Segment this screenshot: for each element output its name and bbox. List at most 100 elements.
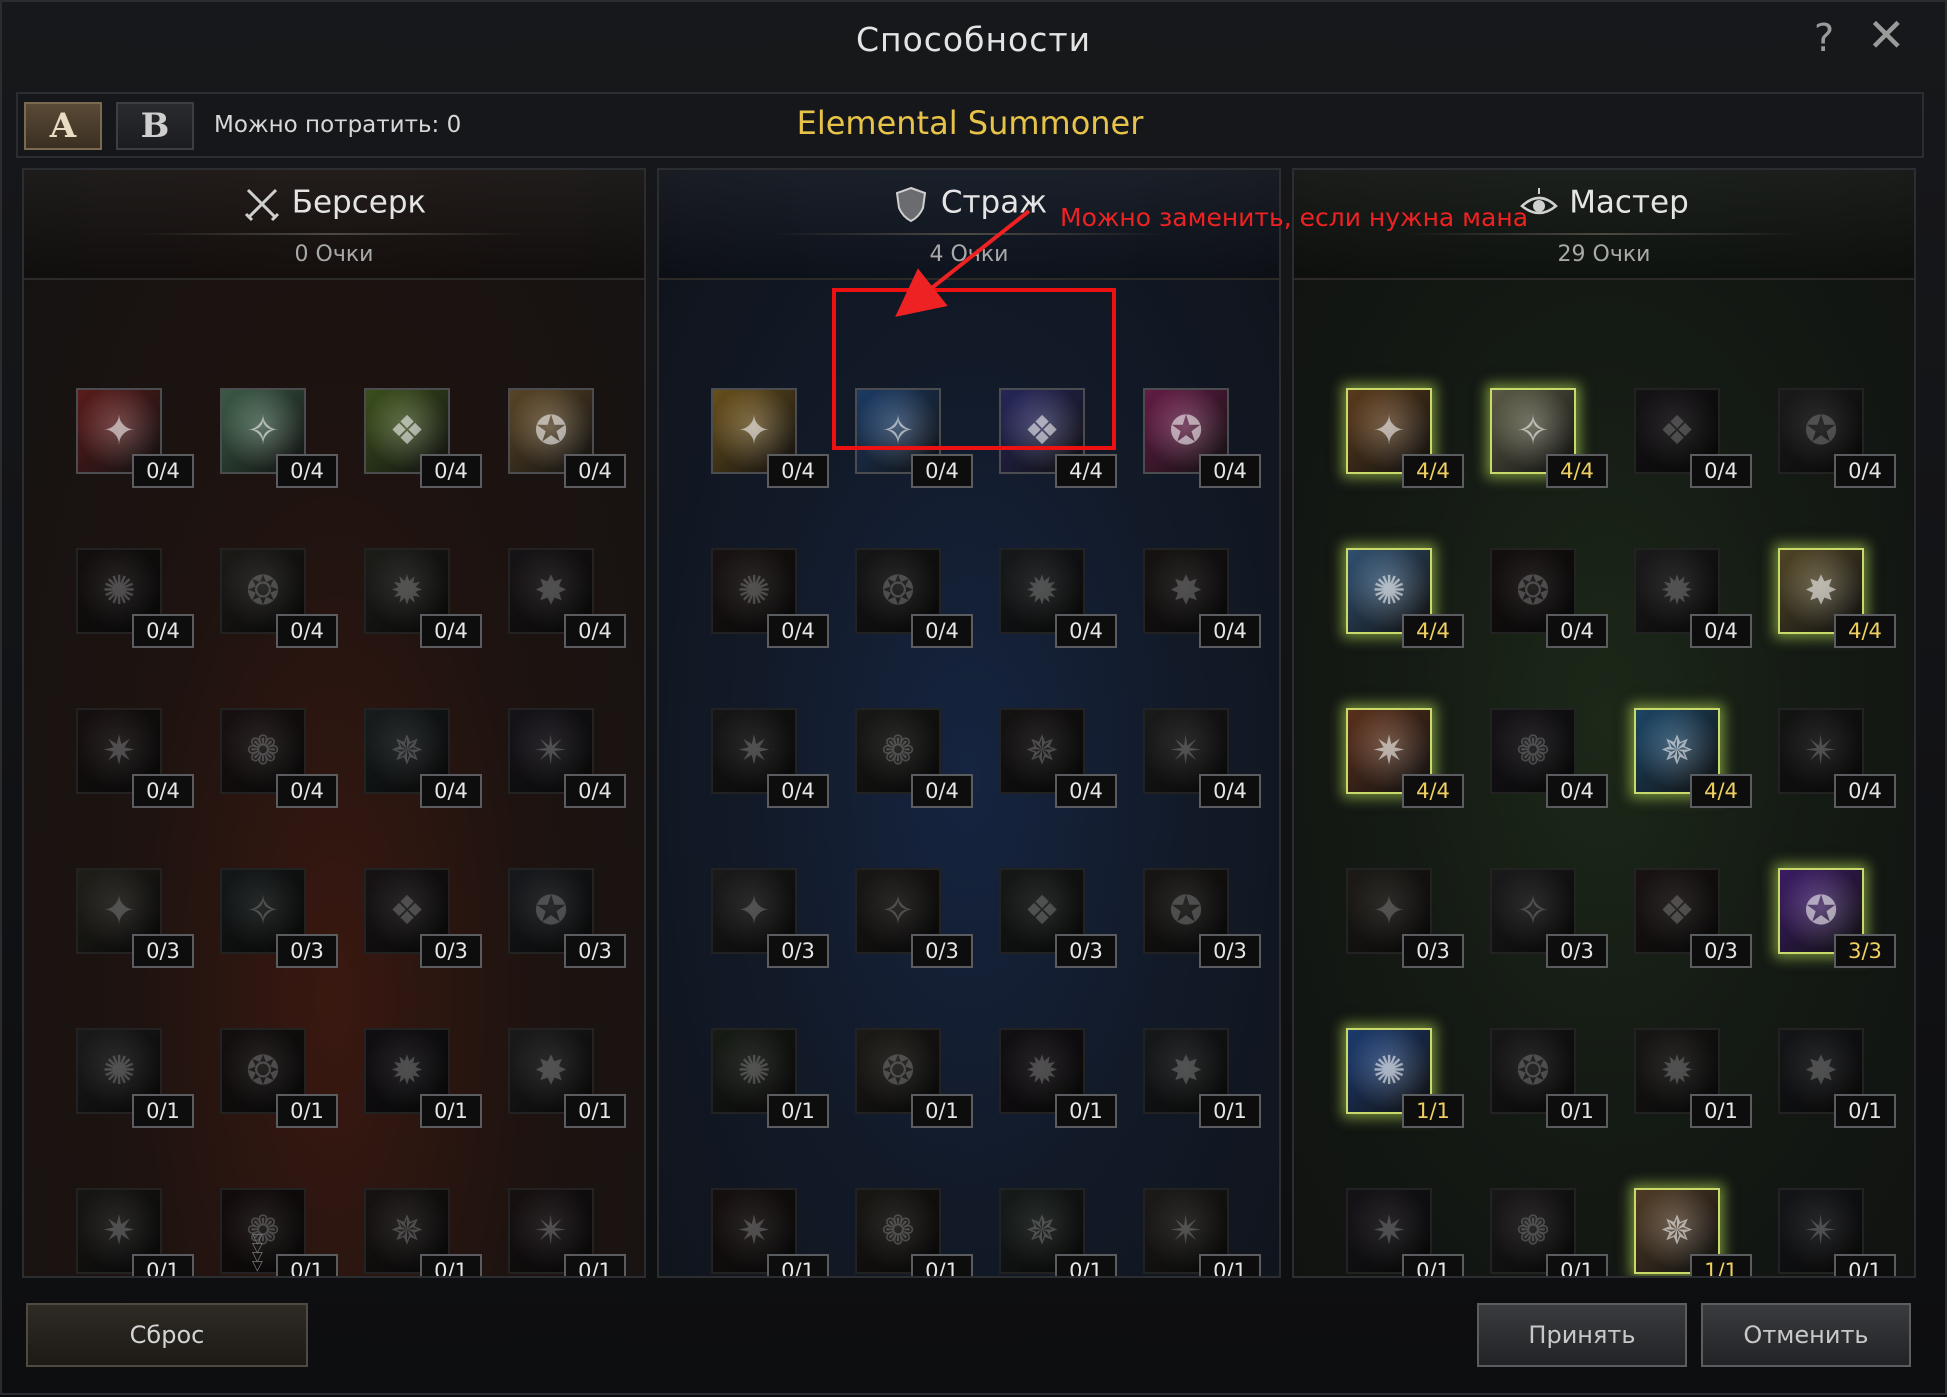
skill-slot[interactable]: ✴ 0/4: [1143, 708, 1261, 808]
skill-level-badge: 0/4: [132, 614, 194, 648]
close-icon[interactable]: ✕: [1867, 12, 1906, 58]
skill-level-badge: 0/1: [1546, 1094, 1608, 1128]
skill-slot[interactable]: ✴ 0/1: [1143, 1188, 1261, 1276]
skill-level-badge: 0/3: [132, 934, 194, 968]
skill-slot[interactable]: ✧ 0/4: [855, 388, 973, 488]
skill-slot[interactable]: ✧ 0/3: [1490, 868, 1608, 968]
skill-slot[interactable]: ✹ 0/1: [999, 1028, 1117, 1128]
skill-slot[interactable]: ✵ 0/4: [999, 708, 1117, 808]
skill-slot[interactable]: ✸ 0/4: [508, 548, 626, 648]
divider: [1406, 233, 1802, 235]
skill-slot[interactable]: ✧ 4/4: [1490, 388, 1608, 488]
skill-slot[interactable]: ✸ 0/1: [1143, 1028, 1261, 1128]
skill-slot[interactable]: ❁ 0/4: [220, 708, 338, 808]
skill-slot[interactable]: ✵ 4/4: [1634, 708, 1752, 808]
skill-slot[interactable]: ✵ 1/1: [1634, 1188, 1752, 1276]
skill-slot[interactable]: ✴ 0/4: [508, 708, 626, 808]
skill-slot[interactable]: ✧ 0/3: [220, 868, 338, 968]
skill-slot[interactable]: ❖ 0/4: [1634, 388, 1752, 488]
skill-slot[interactable]: ❖ 4/4: [999, 388, 1117, 488]
skills-window: Способности ? ✕ A B Можно потратить: 0 E…: [0, 0, 1947, 1395]
skill-level-badge: 4/4: [1402, 454, 1464, 488]
skill-level-badge: 0/4: [420, 614, 482, 648]
skill-level-badge: 0/4: [911, 614, 973, 648]
skill-slot[interactable]: ✺ 0/1: [76, 1028, 194, 1128]
skill-slot[interactable]: ✷ 0/1: [1346, 1188, 1464, 1276]
skill-slot[interactable]: ✪ 0/4: [508, 388, 626, 488]
skill-slot[interactable]: ❂ 0/1: [1490, 1028, 1608, 1128]
accept-button[interactable]: Принять: [1477, 1303, 1687, 1367]
skill-slot[interactable]: ✴ 0/1: [1778, 1188, 1896, 1276]
skill-slot[interactable]: ✪ 0/3: [1143, 868, 1261, 968]
skill-slot[interactable]: ✦ 4/4: [1346, 388, 1464, 488]
panel-title: Мастер: [1569, 184, 1689, 221]
skill-slot[interactable]: ❂ 0/1: [220, 1028, 338, 1128]
skill-level-badge: 4/4: [1834, 614, 1896, 648]
skill-slot[interactable]: ✹ 0/1: [1634, 1028, 1752, 1128]
skill-slot[interactable]: ✹ 0/4: [364, 548, 482, 648]
skill-slot[interactable]: ✸ 0/1: [1778, 1028, 1896, 1128]
skill-slot[interactable]: ✷ 4/4: [1346, 708, 1464, 808]
reset-button[interactable]: Сброс: [26, 1303, 308, 1367]
skill-slot[interactable]: ❁ 0/4: [855, 708, 973, 808]
skill-level-badge: 0/4: [1690, 454, 1752, 488]
skill-slot[interactable]: ✦ 0/3: [711, 868, 829, 968]
skill-slot[interactable]: ✺ 0/4: [76, 548, 194, 648]
skill-slot[interactable]: ✹ 0/4: [999, 548, 1117, 648]
skill-slot[interactable]: ✵ 0/1: [364, 1188, 482, 1276]
skill-level-badge: 0/1: [276, 1254, 338, 1276]
skill-level-badge: 0/1: [1834, 1254, 1896, 1276]
skill-slot[interactable]: ✵ 0/4: [364, 708, 482, 808]
help-button[interactable]: ?: [1814, 16, 1834, 60]
skill-slot[interactable]: ✺ 4/4: [1346, 548, 1464, 648]
panel-points: 4 Очки: [929, 242, 1009, 267]
skill-slot[interactable]: ✺ 1/1: [1346, 1028, 1464, 1128]
skill-slot[interactable]: ✧ 0/3: [855, 868, 973, 968]
skill-slot[interactable]: ❖ 0/3: [1634, 868, 1752, 968]
skill-slot[interactable]: ❖ 0/4: [364, 388, 482, 488]
skill-level-badge: 0/4: [420, 774, 482, 808]
skill-slot[interactable]: ❖ 0/3: [999, 868, 1117, 968]
skill-slot[interactable]: ✦ 0/3: [1346, 868, 1464, 968]
skill-slot[interactable]: ✺ 0/4: [711, 548, 829, 648]
skill-slot[interactable]: ✪ 0/4: [1778, 388, 1896, 488]
skill-slot[interactable]: ✷ 0/4: [711, 708, 829, 808]
panel-points: 0 Очки: [294, 242, 374, 267]
skill-slot[interactable]: ✪ 0/3: [508, 868, 626, 968]
skill-slot[interactable]: ✧ 0/4: [220, 388, 338, 488]
skill-slot[interactable]: ✵ 0/1: [999, 1188, 1117, 1276]
skill-slot[interactable]: ❁ 0/1: [1490, 1188, 1608, 1276]
cancel-button[interactable]: Отменить: [1701, 1303, 1911, 1367]
skill-slot[interactable]: ❖ 0/3: [364, 868, 482, 968]
skill-slot[interactable]: ✷ 0/1: [711, 1188, 829, 1276]
skill-slot[interactable]: ❂ 0/4: [1490, 548, 1608, 648]
skill-level-badge: 0/3: [767, 934, 829, 968]
skill-slot[interactable]: ✴ 0/4: [1778, 708, 1896, 808]
skill-slot[interactable]: ✦ 0/4: [711, 388, 829, 488]
panel-header: Берсерк 0 Очки: [24, 170, 644, 280]
skill-slot[interactable]: ❂ 0/4: [855, 548, 973, 648]
skill-slot[interactable]: ✸ 4/4: [1778, 548, 1896, 648]
panel-guard: Страж 4 Очки ✦ 0/4 ✧ 0/4 ❖ 4/4 ✪ 0/4 ✺ 0/4 ❂ 0/4 ✹ 0/…: [657, 168, 1281, 1278]
skill-slot[interactable]: ✹ 0/4: [1634, 548, 1752, 648]
skill-slot[interactable]: ✺ 0/1: [711, 1028, 829, 1128]
skill-slot[interactable]: ✴ 0/1: [508, 1188, 626, 1276]
skill-slot[interactable]: ✦ 0/3: [76, 868, 194, 968]
skill-grid: ✦ 4/4 ✧ 4/4 ❖ 0/4 ✪ 0/4 ✺ 4/4 ❂ 0/4 ✹ 0/4 ✸ 4/4 ✷ 4/4 ❁ 0/4…: [1294, 278, 1914, 1276]
skill-slot[interactable]: ✸ 0/1: [508, 1028, 626, 1128]
skill-slot[interactable]: ❁ 0/1: [220, 1188, 338, 1276]
skill-slot[interactable]: ✷ 0/4: [76, 708, 194, 808]
skill-slot[interactable]: ✷ 0/1: [76, 1188, 194, 1276]
skill-slot[interactable]: ✸ 0/4: [1143, 548, 1261, 648]
panel-title: Берсерк: [291, 184, 427, 221]
skill-level-badge: 0/1: [911, 1254, 973, 1276]
skill-level-badge: 0/1: [564, 1094, 626, 1128]
skill-slot[interactable]: ✦ 0/4: [76, 388, 194, 488]
skill-slot[interactable]: ✪ 0/4: [1143, 388, 1261, 488]
skill-slot[interactable]: ✪ 3/3: [1778, 868, 1896, 968]
skill-slot[interactable]: ✹ 0/1: [364, 1028, 482, 1128]
skill-slot[interactable]: ❁ 0/1: [855, 1188, 973, 1276]
skill-slot[interactable]: ❂ 0/1: [855, 1028, 973, 1128]
skill-slot[interactable]: ❂ 0/4: [220, 548, 338, 648]
skill-slot[interactable]: ❁ 0/4: [1490, 708, 1608, 808]
